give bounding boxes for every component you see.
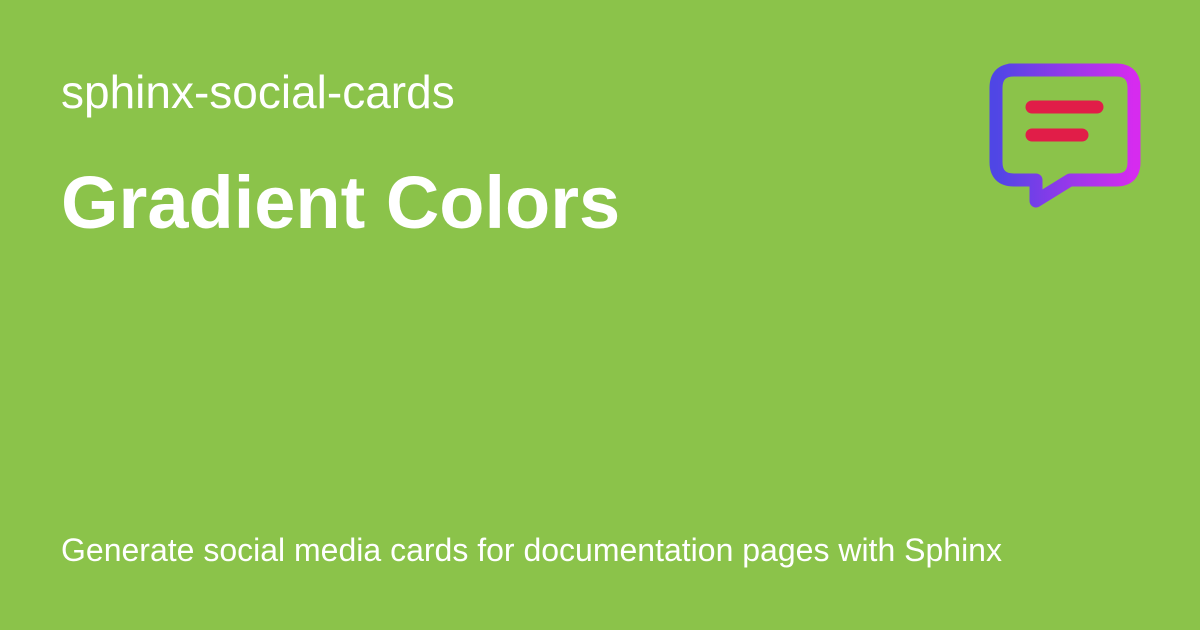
social-card: sphinx-social-cards Gradient Colors Gene… bbox=[0, 0, 1200, 630]
site-name: sphinx-social-cards bbox=[61, 66, 455, 118]
page-description: Generate social media cards for document… bbox=[61, 532, 1002, 568]
page-title: Gradient Colors bbox=[61, 161, 621, 244]
chat-bubble-icon bbox=[989, 63, 1141, 208]
